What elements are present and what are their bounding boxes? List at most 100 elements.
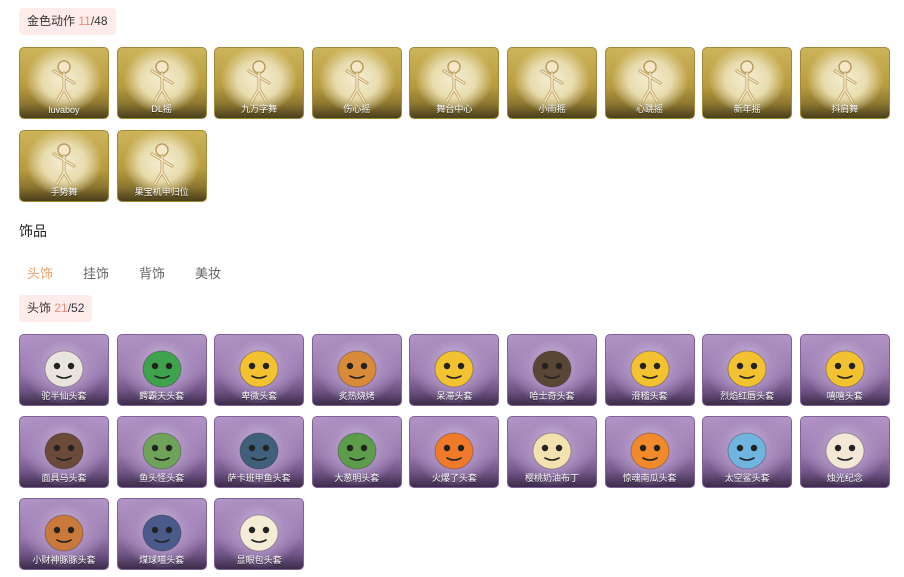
gold-action-card[interactable]: DL摇	[116, 47, 207, 119]
head-items-total: /52	[67, 301, 85, 315]
card-label: 驼半仙头套	[41, 391, 87, 401]
card-label: 小财神豚豚头套	[32, 555, 96, 565]
gold-actions-count: 11	[78, 14, 91, 28]
card-label: 樱桃奶油布丁	[524, 473, 579, 483]
head-item-card[interactable]: 烈焰红唇头套	[702, 334, 793, 406]
card-label: 卑微头套	[241, 391, 278, 401]
head-costume-icon	[44, 350, 84, 388]
head-item-card[interactable]: 樱桃奶油布丁	[506, 416, 597, 488]
head-item-card[interactable]: 煤球喵头套	[116, 498, 207, 570]
dance-pose-icon	[735, 60, 759, 103]
head-item-card[interactable]: 驼半仙头套	[19, 334, 109, 406]
head-item-card[interactable]: 哈士奇头套	[506, 334, 597, 406]
head-items-grid: 驼半仙头套 鳄霸天头套 卑微头套 炙热烧烤 呆滞头套 哈士奇头套 滑稽头套 烈焰红唇头套 嘻嘻头…	[19, 334, 890, 570]
head-costume-icon	[239, 432, 279, 470]
head-costume-icon	[630, 432, 670, 470]
head-item-card[interactable]: 呆滞头套	[409, 334, 500, 406]
head-costume-icon	[532, 432, 572, 470]
gold-actions-total: /48	[90, 14, 108, 28]
card-label: 面具马头套	[41, 473, 87, 483]
tab-back[interactable]: 背饰	[139, 263, 165, 282]
head-costume-icon	[142, 514, 182, 552]
dance-pose-icon	[540, 60, 564, 103]
head-items-pill: 头饰 21/52	[19, 295, 93, 322]
card-label: 炙热烧烤	[338, 391, 375, 401]
card-label: 伤心摇	[343, 104, 371, 114]
gold-action-card[interactable]: 九万字舞	[214, 47, 305, 119]
card-label: 小雨摇	[538, 104, 566, 114]
accessories-title: 饰品	[19, 223, 47, 239]
dance-pose-icon	[150, 143, 174, 186]
accessory-tabs: 头饰 挂饰 背饰 美妆	[27, 263, 251, 282]
head-item-card[interactable]: 卑微头套	[214, 334, 305, 406]
card-label: 大葱明头套	[334, 473, 380, 483]
head-item-card[interactable]: 小财神豚豚头套	[19, 498, 109, 570]
card-label: 抖肩舞	[831, 104, 859, 114]
head-item-card[interactable]: 炙热烧烤	[311, 334, 402, 406]
card-label: 煤球喵头套	[139, 555, 185, 565]
head-costume-icon	[532, 350, 572, 388]
head-items-label: 头饰	[27, 301, 52, 315]
card-label: 惊魂南瓜头套	[622, 473, 677, 483]
card-label: 火爆了头套	[431, 473, 477, 483]
head-item-card[interactable]: 滑稽头套	[604, 334, 695, 406]
head-costume-icon	[142, 432, 182, 470]
tab-makeup[interactable]: 美妆	[195, 263, 221, 282]
head-item-card[interactable]: 鱼头怪头套	[116, 416, 207, 488]
head-costume-icon	[142, 350, 182, 388]
head-item-card[interactable]: 萨卡班甲鱼头套	[214, 416, 305, 488]
card-label: luvaboy	[48, 105, 80, 115]
head-costume-icon	[239, 514, 279, 552]
gold-action-card[interactable]: 小雨摇	[506, 47, 597, 119]
head-items-count: 21	[54, 301, 68, 315]
gold-action-card[interactable]: 手势舞	[19, 130, 109, 202]
head-costume-icon	[727, 350, 767, 388]
card-label: 嘻嘻头套	[826, 391, 863, 401]
dance-pose-icon	[345, 60, 369, 103]
head-item-card[interactable]: 惊魂南瓜头套	[604, 416, 695, 488]
head-item-card[interactable]: 嘻嘻头套	[799, 334, 890, 406]
head-costume-icon	[44, 432, 84, 470]
head-costume-icon	[434, 432, 474, 470]
gold-actions-pill: 金色动作 11/48	[19, 8, 116, 35]
card-label: 手势舞	[50, 187, 78, 197]
card-label: DL摇	[151, 104, 172, 114]
card-label: 新年摇	[733, 104, 761, 114]
card-label: 滑稽头套	[631, 391, 668, 401]
card-label: 烈焰红唇头套	[720, 391, 775, 401]
head-costume-icon	[727, 432, 767, 470]
head-item-card[interactable]: 烛光纪念	[799, 416, 890, 488]
gold-action-card[interactable]: luvaboy	[19, 47, 109, 119]
gold-actions-grid: luvaboy DL摇 九万字舞 伤心摇 舞台中心 小雨摇 心跳摇 新年摇 抖肩舞手势舞 果宝机甲…	[19, 47, 890, 202]
card-label: 显眼包头套	[236, 555, 282, 565]
gold-actions-label: 金色动作	[27, 14, 76, 28]
head-item-card[interactable]: 火爆了头套	[409, 416, 500, 488]
gold-action-card[interactable]: 抖肩舞	[799, 47, 890, 119]
head-costume-icon	[825, 350, 865, 388]
gold-action-card[interactable]: 心跳摇	[604, 47, 695, 119]
head-costume-icon	[337, 350, 377, 388]
card-label: 鱼头怪头套	[139, 473, 185, 483]
dance-pose-icon	[52, 60, 76, 103]
tab-head[interactable]: 头饰	[27, 263, 53, 282]
card-label: 舞台中心	[436, 104, 473, 114]
head-costume-icon	[434, 350, 474, 388]
tab-hanging[interactable]: 挂饰	[83, 263, 109, 282]
card-label: 呆滞头套	[436, 391, 473, 401]
dance-pose-icon	[150, 60, 174, 103]
head-item-card[interactable]: 鳄霸天头套	[116, 334, 207, 406]
gold-action-card[interactable]: 舞台中心	[409, 47, 500, 119]
gold-action-card[interactable]: 新年摇	[702, 47, 793, 119]
gold-action-card[interactable]: 伤心摇	[311, 47, 402, 119]
head-item-card[interactable]: 太空鲨头套	[702, 416, 793, 488]
card-label: 烛光纪念	[826, 473, 863, 483]
dance-pose-icon	[247, 60, 271, 103]
gold-action-card[interactable]: 果宝机甲归位	[116, 130, 207, 202]
dance-pose-icon	[833, 60, 857, 103]
card-label: 萨卡班甲鱼头套	[227, 473, 291, 483]
head-costume-icon	[630, 350, 670, 388]
head-item-card[interactable]: 面具马头套	[19, 416, 109, 488]
card-label: 太空鲨头套	[724, 473, 770, 483]
head-item-card[interactable]: 大葱明头套	[311, 416, 402, 488]
head-item-card[interactable]: 显眼包头套	[214, 498, 305, 570]
